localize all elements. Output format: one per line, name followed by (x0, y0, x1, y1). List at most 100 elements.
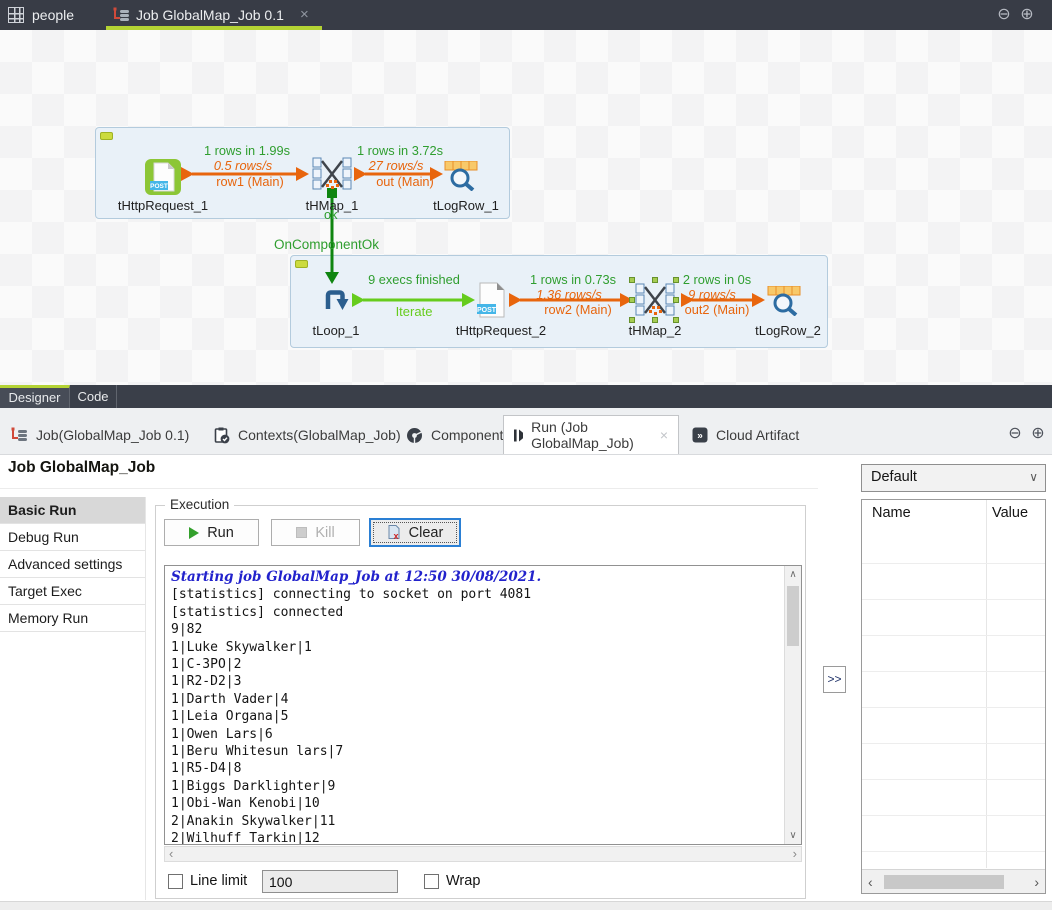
context-selector[interactable]: Default ∨ (861, 464, 1046, 492)
component-palette-icon (406, 427, 423, 444)
scroll-up-icon[interactable]: ∧ (785, 569, 801, 580)
table-row[interactable] (862, 636, 1045, 672)
console-start-line: Starting job GlobalMap_Job at 12:50 30/0… (171, 569, 771, 586)
sidebar-item-basic-run[interactable]: Basic Run (0, 497, 145, 524)
tab-run-close-icon[interactable]: × (660, 427, 668, 443)
svg-text:POST: POST (150, 183, 168, 190)
component-label[interactable]: tHttpRequest_1 (118, 198, 208, 213)
scroll-left-icon[interactable]: ‹ (868, 874, 873, 890)
console-log-lines: [statistics] connecting to socket on por… (171, 586, 771, 845)
scrollbar-thumb[interactable] (884, 875, 1004, 889)
designer-code-bar: Designer Code (0, 385, 1052, 408)
connection-name-label[interactable]: out2 (Main) (685, 302, 750, 317)
thttprequest-2-component[interactable]: POST (477, 282, 507, 318)
minimize-panel-icon[interactable]: ⊖ (1007, 426, 1023, 442)
connection-name-label[interactable]: row2 (Main) (544, 302, 612, 317)
thmap-2-component[interactable] (634, 282, 676, 318)
move-context-button[interactable]: >> (823, 666, 846, 693)
execution-group-legend: Execution (165, 497, 234, 512)
subjob-1-collapse-button[interactable] (100, 132, 113, 140)
table-row[interactable] (862, 816, 1045, 852)
selection-handle[interactable] (629, 277, 635, 283)
thmap-1-component[interactable] (311, 156, 353, 192)
table-horizontal-scrollbar[interactable]: ‹ › (862, 869, 1045, 893)
tab-code[interactable]: Code (70, 385, 117, 408)
clear-document-icon: x (387, 525, 401, 540)
context-variables-table[interactable]: Name Value ‹ › (861, 499, 1046, 894)
line-limit-checkbox[interactable] (168, 874, 183, 889)
kill-button[interactable]: Kill (271, 519, 360, 546)
component-label[interactable]: tHMap_2 (629, 323, 682, 338)
sidebar-item-memory-run[interactable]: Memory Run (0, 605, 145, 632)
column-header-name[interactable]: Name (872, 505, 911, 521)
connection-name-label[interactable]: Iterate (396, 304, 433, 319)
tab-cloud-artifact[interactable]: » Cloud Artifact (682, 416, 809, 454)
scroll-left-icon[interactable]: ‹ (169, 847, 173, 861)
selection-handle[interactable] (629, 297, 635, 303)
row-stat-label: 1 rows in 1.99s (204, 143, 290, 158)
tab-run[interactable]: Run (Job GlobalMap_Job) × (503, 415, 679, 454)
contexts-icon (213, 427, 230, 444)
table-row[interactable] (862, 528, 1045, 564)
trigger-type-label[interactable]: OnComponentOk (274, 237, 379, 252)
sidebar-item-debug-run[interactable]: Debug Run (0, 524, 145, 551)
sidebar-item-target-exec[interactable]: Target Exec (0, 578, 145, 605)
scroll-down-icon[interactable]: ∨ (785, 830, 801, 841)
editor-tab-bar: people Job GlobalMap_Job 0.1 × ⊖ ⊕ (0, 0, 1052, 30)
talend-studio-window: people Job GlobalMap_Job 0.1 × ⊖ ⊕ (0, 0, 1052, 910)
scroll-right-icon[interactable]: › (1034, 874, 1039, 890)
selection-handle[interactable] (652, 277, 658, 283)
tab-designer[interactable]: Designer (0, 385, 70, 408)
kill-button-label: Kill (315, 525, 334, 541)
maximize-panel-icon[interactable]: ⊕ (1030, 426, 1046, 442)
clear-button[interactable]: x Clear (369, 518, 461, 547)
execution-console[interactable]: Starting job GlobalMap_Job at 12:50 30/0… (164, 565, 802, 845)
table-row[interactable] (862, 672, 1045, 708)
tlogrow-2-component[interactable] (767, 286, 801, 316)
row-rate-label: 0.5 rows/s (214, 158, 272, 173)
subjob-2-collapse-button[interactable] (295, 260, 308, 268)
svg-text:x: x (393, 531, 398, 540)
table-row[interactable] (862, 780, 1045, 816)
selection-handle[interactable] (673, 277, 679, 283)
run-button[interactable]: Run (164, 519, 259, 546)
table-row[interactable] (862, 564, 1045, 600)
tab-people[interactable]: people (0, 0, 100, 30)
console-horizontal-scrollbar[interactable]: ‹ › (164, 846, 802, 862)
row-rate-label: 1.36 rows/s (536, 287, 601, 302)
job-icon (10, 427, 28, 443)
row-stat-label: 2 rows in 0s (683, 272, 751, 287)
component-label[interactable]: tLoop_1 (313, 323, 360, 338)
table-row[interactable] (862, 708, 1045, 744)
trigger-ok-label: ok (324, 207, 338, 222)
tloop-1-component[interactable] (320, 285, 350, 315)
sidebar-item-advanced-settings[interactable]: Advanced settings (0, 551, 145, 578)
connection-name-label[interactable]: out (Main) (376, 174, 434, 189)
tab-cloud-artifact-label: Cloud Artifact (716, 427, 799, 443)
table-row[interactable] (862, 744, 1045, 780)
scrollbar-thumb[interactable] (787, 586, 799, 646)
tab-contexts[interactable]: Contexts(GlobalMap_Job) (203, 416, 411, 454)
job-icon (112, 7, 130, 23)
play-icon (189, 527, 199, 539)
console-vertical-scrollbar[interactable]: ∧ ∨ (784, 566, 801, 844)
tab-job-view[interactable]: Job(GlobalMap_Job 0.1) (0, 416, 199, 454)
tab-component[interactable]: Component (396, 416, 513, 454)
component-label[interactable]: tLogRow_2 (755, 323, 821, 338)
connection-name-label[interactable]: row1 (Main) (216, 174, 284, 189)
wrap-label: Wrap (446, 873, 480, 889)
job-design-canvas[interactable]: POST tHttpRequest_1 tHMa (0, 30, 1052, 385)
tlogrow-1-component[interactable] (444, 161, 478, 191)
component-label[interactable]: tLogRow_1 (433, 198, 499, 213)
table-row[interactable] (862, 600, 1045, 636)
thttprequest-1-component[interactable]: POST (145, 159, 181, 195)
wrap-checkbox[interactable] (424, 874, 439, 889)
selection-handle[interactable] (673, 297, 679, 303)
component-label[interactable]: tHttpRequest_2 (456, 323, 546, 338)
maximize-view-icon[interactable]: ⊕ (1019, 7, 1035, 23)
line-limit-input[interactable] (262, 870, 398, 893)
scroll-right-icon[interactable]: › (793, 847, 797, 861)
column-header-value[interactable]: Value (992, 505, 1028, 521)
minimize-view-icon[interactable]: ⊖ (996, 7, 1012, 23)
tab-job-view-label: Job(GlobalMap_Job 0.1) (36, 427, 189, 443)
